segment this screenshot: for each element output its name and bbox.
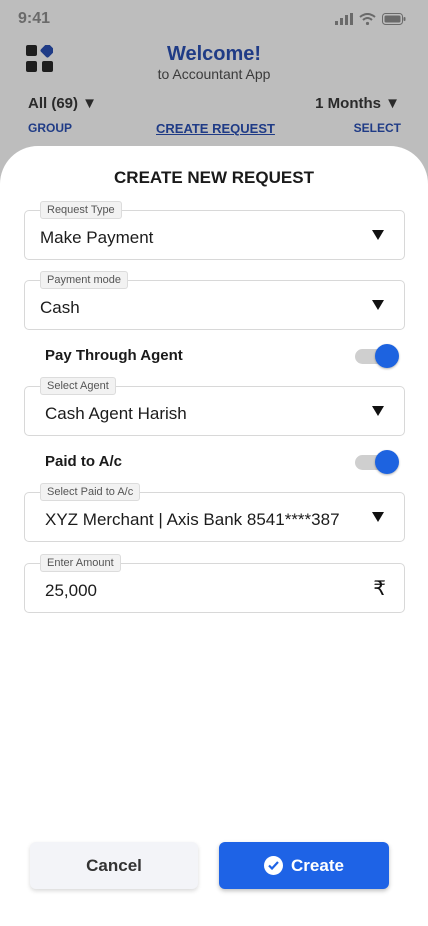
- caret-down-icon: [372, 512, 384, 522]
- create-button-label: Create: [291, 855, 344, 875]
- amount-input[interactable]: Enter Amount 25,000 ₹: [24, 554, 405, 613]
- field-value: XYZ Merchant | Axis Bank 8541****387: [45, 510, 340, 529]
- paid-to-ac-label: Paid to A/c: [45, 453, 122, 470]
- caret-down-icon: [372, 406, 384, 416]
- select-agent-select[interactable]: Select Agent Cash Agent Harish: [24, 377, 405, 436]
- caret-down-icon: [372, 230, 384, 240]
- status-time: 9:41: [18, 10, 51, 27]
- battery-icon: [382, 13, 406, 25]
- field-label: Payment mode: [40, 271, 128, 289]
- wifi-icon: [359, 13, 376, 25]
- welcome-subtitle: to Accountant App: [157, 66, 271, 82]
- toggle-knob: [375, 450, 399, 474]
- nav-create-request[interactable]: CREATE REQUEST: [156, 121, 275, 136]
- cancel-button-label: Cancel: [86, 855, 142, 875]
- signal-icon: [335, 13, 353, 25]
- field-label: Enter Amount: [40, 554, 121, 572]
- field-value: Cash: [40, 298, 80, 317]
- period-filter-dropdown[interactable]: 1 Months ▼: [315, 95, 400, 112]
- paid-to-ac-toggle[interactable]: [355, 450, 399, 474]
- status-icons: [335, 13, 406, 25]
- field-value: Make Payment: [40, 228, 154, 247]
- select-paid-to-select[interactable]: Select Paid to A/c XYZ Merchant | Axis B…: [24, 483, 405, 542]
- sheet-title: CREATE NEW REQUEST: [114, 168, 314, 187]
- field-value: Cash Agent Harish: [45, 404, 187, 423]
- amount-value[interactable]: 25,000: [45, 581, 97, 601]
- welcome-title: Welcome!: [166, 43, 262, 65]
- field-label: Request Type: [40, 201, 122, 219]
- pay-through-agent-label: Pay Through Agent: [45, 347, 183, 364]
- request-type-select[interactable]: Request Type Make Payment: [24, 201, 405, 260]
- payment-mode-select[interactable]: Payment mode Cash: [24, 271, 405, 330]
- pay-through-agent-toggle[interactable]: [355, 344, 399, 368]
- toggle-knob: [375, 344, 399, 368]
- field-label: Select Agent: [40, 377, 116, 395]
- rupee-icon: ₹: [373, 578, 386, 600]
- nav-select[interactable]: SELECT: [354, 121, 401, 135]
- check-circle-icon: [264, 856, 284, 875]
- caret-down-icon: [372, 300, 384, 310]
- cancel-button[interactable]: Cancel: [30, 842, 198, 889]
- status-bar: 9:41: [0, 0, 428, 40]
- create-button[interactable]: Create: [219, 842, 389, 889]
- field-label: Select Paid to A/c: [40, 483, 141, 501]
- create-request-sheet: CREATE NEW REQUEST Request Type Make Pay…: [0, 146, 428, 926]
- group-filter-dropdown[interactable]: All (69) ▼: [28, 95, 97, 112]
- nav-group[interactable]: GROUP: [28, 121, 72, 135]
